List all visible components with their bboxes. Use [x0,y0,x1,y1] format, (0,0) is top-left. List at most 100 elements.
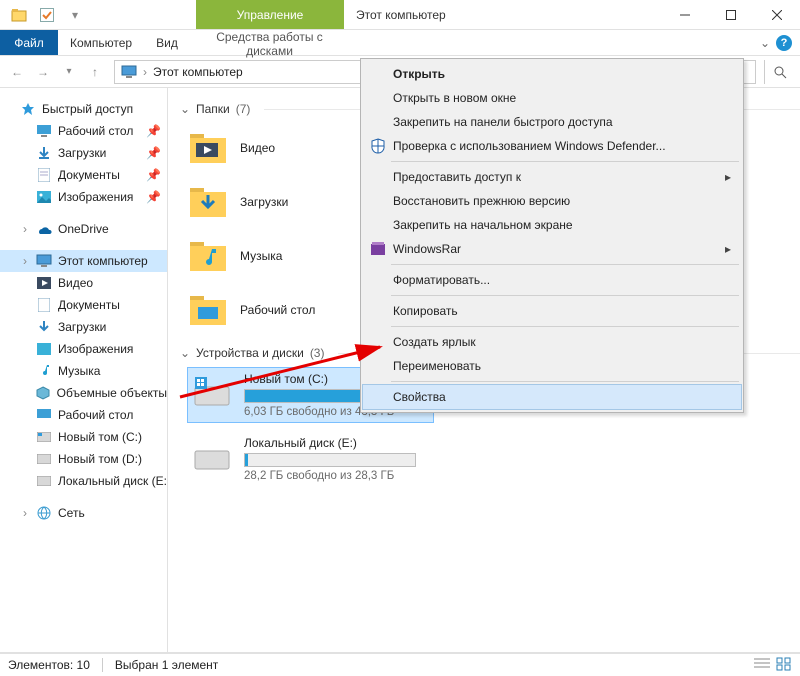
cm-share[interactable]: Предоставить доступ к▸ [363,165,741,189]
collapse-icon[interactable]: ⌄ [180,102,190,116]
cm-rename[interactable]: Переименовать [363,354,741,378]
sidebar-video[interactable]: Видео [0,272,167,294]
cm-copy[interactable]: Копировать [363,299,741,323]
cm-pin-quick-access[interactable]: Закрепить на панели быстрого доступа [363,110,741,134]
folder-icon [188,128,228,168]
window-controls [662,0,800,29]
sidebar-desktop-2[interactable]: Рабочий стол [0,404,167,426]
sidebar-documents[interactable]: Документы📌 [0,164,167,186]
cm-pin-start[interactable]: Закрепить на начальном экране [363,213,741,237]
ribbon-context-label: Управление [196,0,344,29]
sidebar-music[interactable]: Музыка [0,360,167,382]
download-icon [36,145,52,161]
context-menu: Открыть Открыть в новом окне Закрепить н… [360,58,744,413]
folder-icon [188,236,228,276]
tab-computer[interactable]: Компьютер [58,30,144,55]
music-icon [36,363,52,379]
ribbon-collapse-icon[interactable]: ⌄ [760,36,770,50]
sidebar-drive-c[interactable]: Новый том (C:) [0,426,167,448]
nav-up-button[interactable]: ↑ [84,61,106,83]
tab-view[interactable]: Вид [144,30,190,55]
sidebar-network[interactable]: ›Сеть [0,502,167,524]
cm-properties[interactable]: Свойства [363,385,741,409]
help-icon[interactable]: ? [776,35,792,51]
cm-create-shortcut[interactable]: Создать ярлык [363,330,741,354]
cm-format[interactable]: Форматировать... [363,268,741,292]
cm-winrar[interactable]: WindowsRar▸ [363,237,741,261]
expand-icon[interactable]: › [20,254,30,268]
folder-icon [188,290,228,330]
status-count: Элементов: 10 [8,658,90,672]
title-bar: ▾ Управление Этот компьютер [0,0,800,30]
sidebar-drive-d[interactable]: Новый том (D:) [0,448,167,470]
close-button[interactable] [754,0,800,29]
sidebar-onedrive[interactable]: ›OneDrive [0,218,167,240]
drive-icon [36,473,52,489]
video-icon [36,275,52,291]
desktop-icon [36,123,52,139]
cm-open-new-window[interactable]: Открыть в новом окне [363,86,741,110]
drive-label: Локальный диск (E:) [244,436,429,450]
minimize-button[interactable] [662,0,708,29]
pin-icon: 📌 [146,146,161,160]
cm-restore-version[interactable]: Восстановить прежнюю версию [363,189,741,213]
sidebar-this-pc[interactable]: ›Этот компьютер [0,250,167,272]
submenu-arrow-icon: ▸ [725,242,731,256]
desktop-icon [36,407,52,423]
nav-forward-button[interactable]: → [32,61,54,83]
collapse-icon[interactable]: ⌄ [180,346,190,360]
cm-defender-scan[interactable]: Проверка с использованием Windows Defend… [363,134,741,158]
winrar-icon [369,240,387,258]
nav-sidebar[interactable]: Быстрый доступ Рабочий стол📌 Загрузки📌 Д… [0,88,168,652]
address-text: Этот компьютер [153,65,243,79]
drive-e[interactable]: Локальный диск (E:) 28,2 ГБ свободно из … [188,432,433,486]
network-icon [36,505,52,521]
window-title: Этот компьютер [344,8,446,22]
quick-access-toolbar: ▾ [0,6,196,24]
status-selected: Выбран 1 элемент [115,658,218,672]
tab-file[interactable]: Файл [0,30,58,55]
search-button[interactable] [764,60,794,84]
ribbon-tabs: Файл Компьютер Вид Средства работы с дис… [0,30,800,56]
sidebar-drive-e[interactable]: Локальный диск (E: [0,470,167,492]
expand-icon[interactable]: › [20,222,30,236]
cm-open[interactable]: Открыть [363,62,741,86]
submenu-arrow-icon: ▸ [725,170,731,184]
sidebar-documents-2[interactable]: Документы [0,294,167,316]
sidebar-downloads-2[interactable]: Загрузки [0,316,167,338]
status-bar: Элементов: 10 Выбран 1 элемент [0,652,800,676]
maximize-button[interactable] [708,0,754,29]
dropdown-caret-icon[interactable]: ▾ [66,6,84,24]
tab-disk-tools[interactable]: Средства работы с дисками [195,30,344,58]
drive-icon [36,429,52,445]
view-details-icon[interactable] [754,657,770,674]
objects3d-icon [36,385,51,401]
nav-back-button[interactable]: ← [6,61,28,83]
pictures-icon [36,189,52,205]
sidebar-quick-access[interactable]: Быстрый доступ [0,98,167,120]
drive-icon [192,436,232,476]
nav-recent-dropdown[interactable]: ▾ [58,61,80,83]
drive-icon [192,372,232,412]
this-pc-icon [121,64,137,80]
sidebar-3d-objects[interactable]: Объемные объекты [0,382,167,404]
shield-icon [369,137,387,155]
view-large-icon[interactable] [776,657,792,674]
pictures-icon [36,341,52,357]
sidebar-downloads[interactable]: Загрузки📌 [0,142,167,164]
pin-icon: 📌 [146,168,161,182]
drive-icon [36,451,52,467]
folder-icon [188,182,228,222]
pin-icon: 📌 [146,190,161,204]
drive-subtitle: 28,2 ГБ свободно из 28,3 ГБ [244,470,429,482]
documents-icon [36,297,52,313]
expand-icon[interactable]: › [20,506,30,520]
download-icon [36,319,52,335]
onedrive-icon [36,221,52,237]
sidebar-pictures[interactable]: Изображения📌 [0,186,167,208]
checkbox-icon[interactable] [38,6,56,24]
sidebar-pictures-2[interactable]: Изображения [0,338,167,360]
pin-icon: 📌 [146,124,161,138]
this-pc-icon [36,253,52,269]
sidebar-desktop[interactable]: Рабочий стол📌 [0,120,167,142]
